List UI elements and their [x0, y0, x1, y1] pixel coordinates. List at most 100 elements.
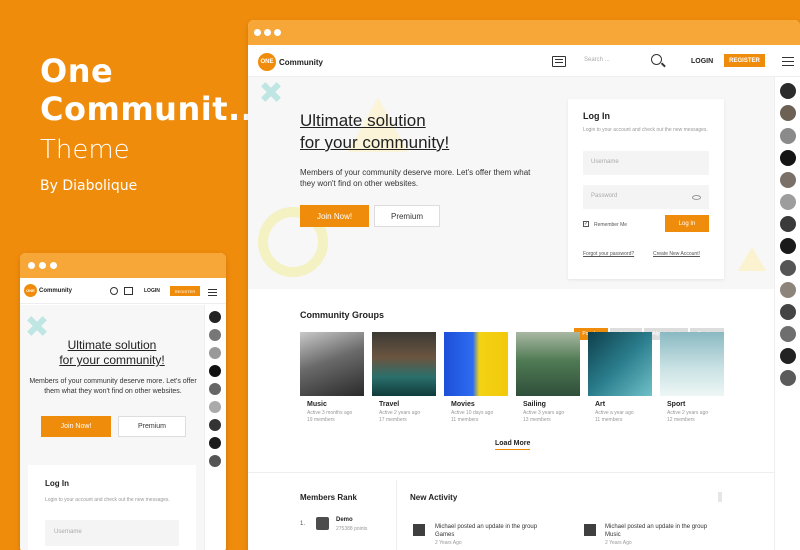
group-name[interactable]: Sailing [523, 401, 546, 408]
window-titlebar [20, 253, 226, 278]
mobile-hero: Ultimate solution for your community! Me… [20, 305, 204, 550]
desktop-window: ONE Community Search ... LOGIN REGISTER … [248, 20, 800, 550]
menu-icon[interactable] [782, 57, 794, 69]
window-dot-icon [39, 262, 46, 269]
site-logo[interactable]: ONE Community [24, 284, 72, 297]
avatar[interactable] [209, 383, 221, 395]
column-divider [396, 480, 397, 550]
avatar[interactable] [209, 329, 221, 341]
group-image-sport[interactable] [660, 332, 724, 396]
new-activity-title: New Activity [410, 493, 458, 502]
logo-badge: ONE [24, 284, 37, 297]
remember-checkbox[interactable]: ✓ [583, 221, 589, 227]
group-active: Active a year ago [595, 410, 634, 416]
mobile-hero-title: Ultimate solution for your community! [20, 338, 204, 368]
activity-group-link[interactable]: Games [435, 531, 537, 539]
avatar[interactable] [209, 347, 221, 359]
avatar[interactable] [780, 260, 796, 276]
hero-title: Ultimate solution for your community! [300, 110, 449, 154]
username-input[interactable]: Username [45, 520, 179, 546]
avatar[interactable] [780, 282, 796, 298]
group-name[interactable]: Travel [379, 401, 399, 408]
hero-title-line2: for your community! [59, 353, 165, 367]
group-meta: Active 2 years ago 12 members [667, 410, 708, 424]
avatar[interactable] [780, 370, 796, 386]
login-desc: Login to your account and check out the … [583, 127, 708, 133]
brand-name: Community [39, 287, 72, 294]
login-submit-button[interactable]: Log In [665, 215, 709, 232]
avatar[interactable] [780, 172, 796, 188]
group-active: Active 10 days ago [451, 410, 494, 416]
search-icon[interactable] [110, 287, 118, 295]
avatar[interactable] [780, 216, 796, 232]
activity-icon[interactable] [552, 56, 566, 67]
menu-icon[interactable] [208, 289, 217, 299]
promo-title: One Communit.. [40, 52, 253, 128]
promo-title-line2: Communit.. [40, 90, 254, 128]
login-card: Log In Login to your account and check o… [568, 99, 724, 279]
site-logo[interactable]: ONE Community [258, 53, 323, 71]
members-rank-title: Members Rank [300, 493, 357, 502]
register-button[interactable]: REGISTER [170, 286, 200, 296]
group-members: 11 members [451, 417, 479, 423]
mobile-header: ONE Community LOGIN REGISTER [20, 278, 226, 304]
group-active: Active 2 years ago [667, 410, 709, 416]
activity-avatar[interactable] [413, 524, 425, 536]
avatar[interactable] [780, 304, 796, 320]
group-meta: Active 10 days ago 11 members [451, 410, 493, 424]
avatar[interactable] [780, 128, 796, 144]
site-header: ONE Community Search ... LOGIN REGISTER [248, 45, 800, 77]
group-name[interactable]: Art [595, 401, 605, 408]
avatar[interactable] [780, 150, 796, 166]
group-image-music[interactable] [300, 332, 364, 396]
avatar[interactable] [780, 326, 796, 342]
group-name[interactable]: Music [307, 401, 327, 408]
activity-icon[interactable] [124, 287, 133, 295]
activity-avatar[interactable] [584, 524, 596, 536]
load-more-button[interactable]: Load More [495, 440, 531, 450]
search-input[interactable]: Search ... [584, 57, 654, 63]
scroll-up-icon[interactable] [718, 492, 722, 502]
avatar[interactable] [780, 348, 796, 364]
avatar[interactable] [209, 401, 221, 413]
avatar[interactable] [780, 83, 796, 99]
login-link[interactable]: LOGIN [691, 58, 713, 65]
avatar[interactable] [209, 455, 221, 467]
group-image-art[interactable] [588, 332, 652, 396]
show-password-icon[interactable] [692, 195, 701, 200]
forgot-password-link[interactable]: Forgot your password? [583, 251, 634, 257]
group-name[interactable]: Movies [451, 401, 475, 408]
rank-number: 1. [300, 521, 306, 527]
activity-group-link[interactable]: Music [605, 531, 707, 539]
password-input[interactable]: Password [583, 185, 709, 209]
avatar[interactable] [209, 365, 221, 377]
group-image-movies[interactable] [444, 332, 508, 396]
activity-text: Michael posted an update in the group Mu… [605, 523, 707, 547]
avatar[interactable] [780, 105, 796, 121]
rank-member-name[interactable]: Demo [336, 517, 353, 523]
avatar[interactable] [780, 238, 796, 254]
promo-byline: By Diabolique [40, 178, 138, 194]
remember-label: Remember Me [594, 222, 628, 228]
avatar[interactable] [780, 194, 796, 210]
avatar[interactable] [209, 419, 221, 431]
username-input[interactable]: Username [583, 151, 709, 175]
register-button[interactable]: REGISTER [724, 54, 765, 67]
group-name[interactable]: Sport [667, 401, 685, 408]
avatar[interactable] [209, 311, 221, 323]
premium-button[interactable]: Premium [118, 416, 186, 437]
group-members: 19 members [307, 417, 335, 423]
rank-avatar[interactable] [316, 517, 329, 530]
window-titlebar [248, 20, 800, 45]
avatar[interactable] [209, 437, 221, 449]
group-image-sailing[interactable] [516, 332, 580, 396]
join-now-button[interactable]: Join Now! [300, 205, 369, 227]
group-active: Active 3 years ago [523, 410, 565, 416]
login-link[interactable]: LOGIN [144, 288, 160, 294]
group-meta: Active 3 months ago 19 members [307, 410, 352, 424]
join-now-button[interactable]: Join Now! [41, 416, 111, 437]
premium-button[interactable]: Premium [374, 205, 440, 227]
create-account-link[interactable]: Create New Account! [653, 251, 700, 257]
group-image-travel[interactable] [372, 332, 436, 396]
window-dot-icon [28, 262, 35, 269]
